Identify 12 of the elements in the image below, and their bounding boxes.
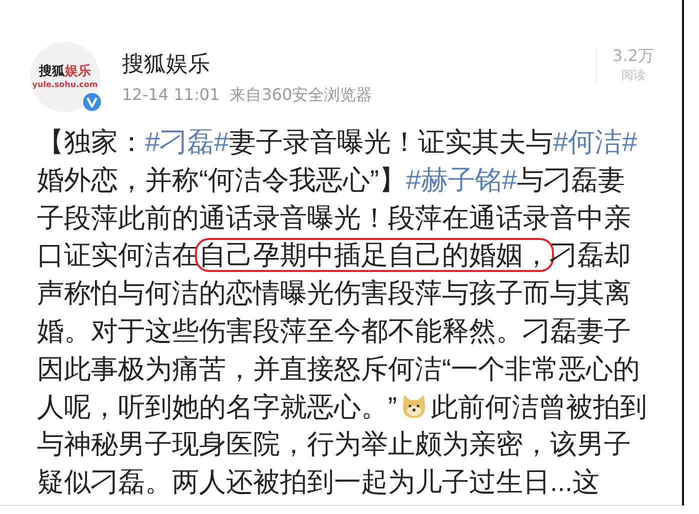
avatar-logo[interactable]: 搜狐娱乐 yule.sohu.com bbox=[30, 42, 100, 112]
read-count: 3.2万 bbox=[612, 46, 654, 67]
author-name[interactable]: 搜狐娱乐 bbox=[122, 48, 596, 78]
logo-text: 娱乐 bbox=[65, 64, 91, 80]
hashtag-link[interactable]: #赫子铭# bbox=[406, 164, 518, 195]
logo-text: 搜狐 bbox=[39, 64, 65, 80]
post-time: 12-14 11:01 bbox=[122, 84, 220, 106]
post-source: 来自360安全浏览器 bbox=[230, 84, 372, 106]
logo-domain: yule.sohu.com bbox=[32, 80, 98, 89]
hashtag-link[interactable]: #何洁# bbox=[553, 127, 638, 157]
hashtag-link[interactable]: #刁磊# bbox=[145, 127, 230, 157]
read-label: 阅读 bbox=[621, 67, 646, 84]
